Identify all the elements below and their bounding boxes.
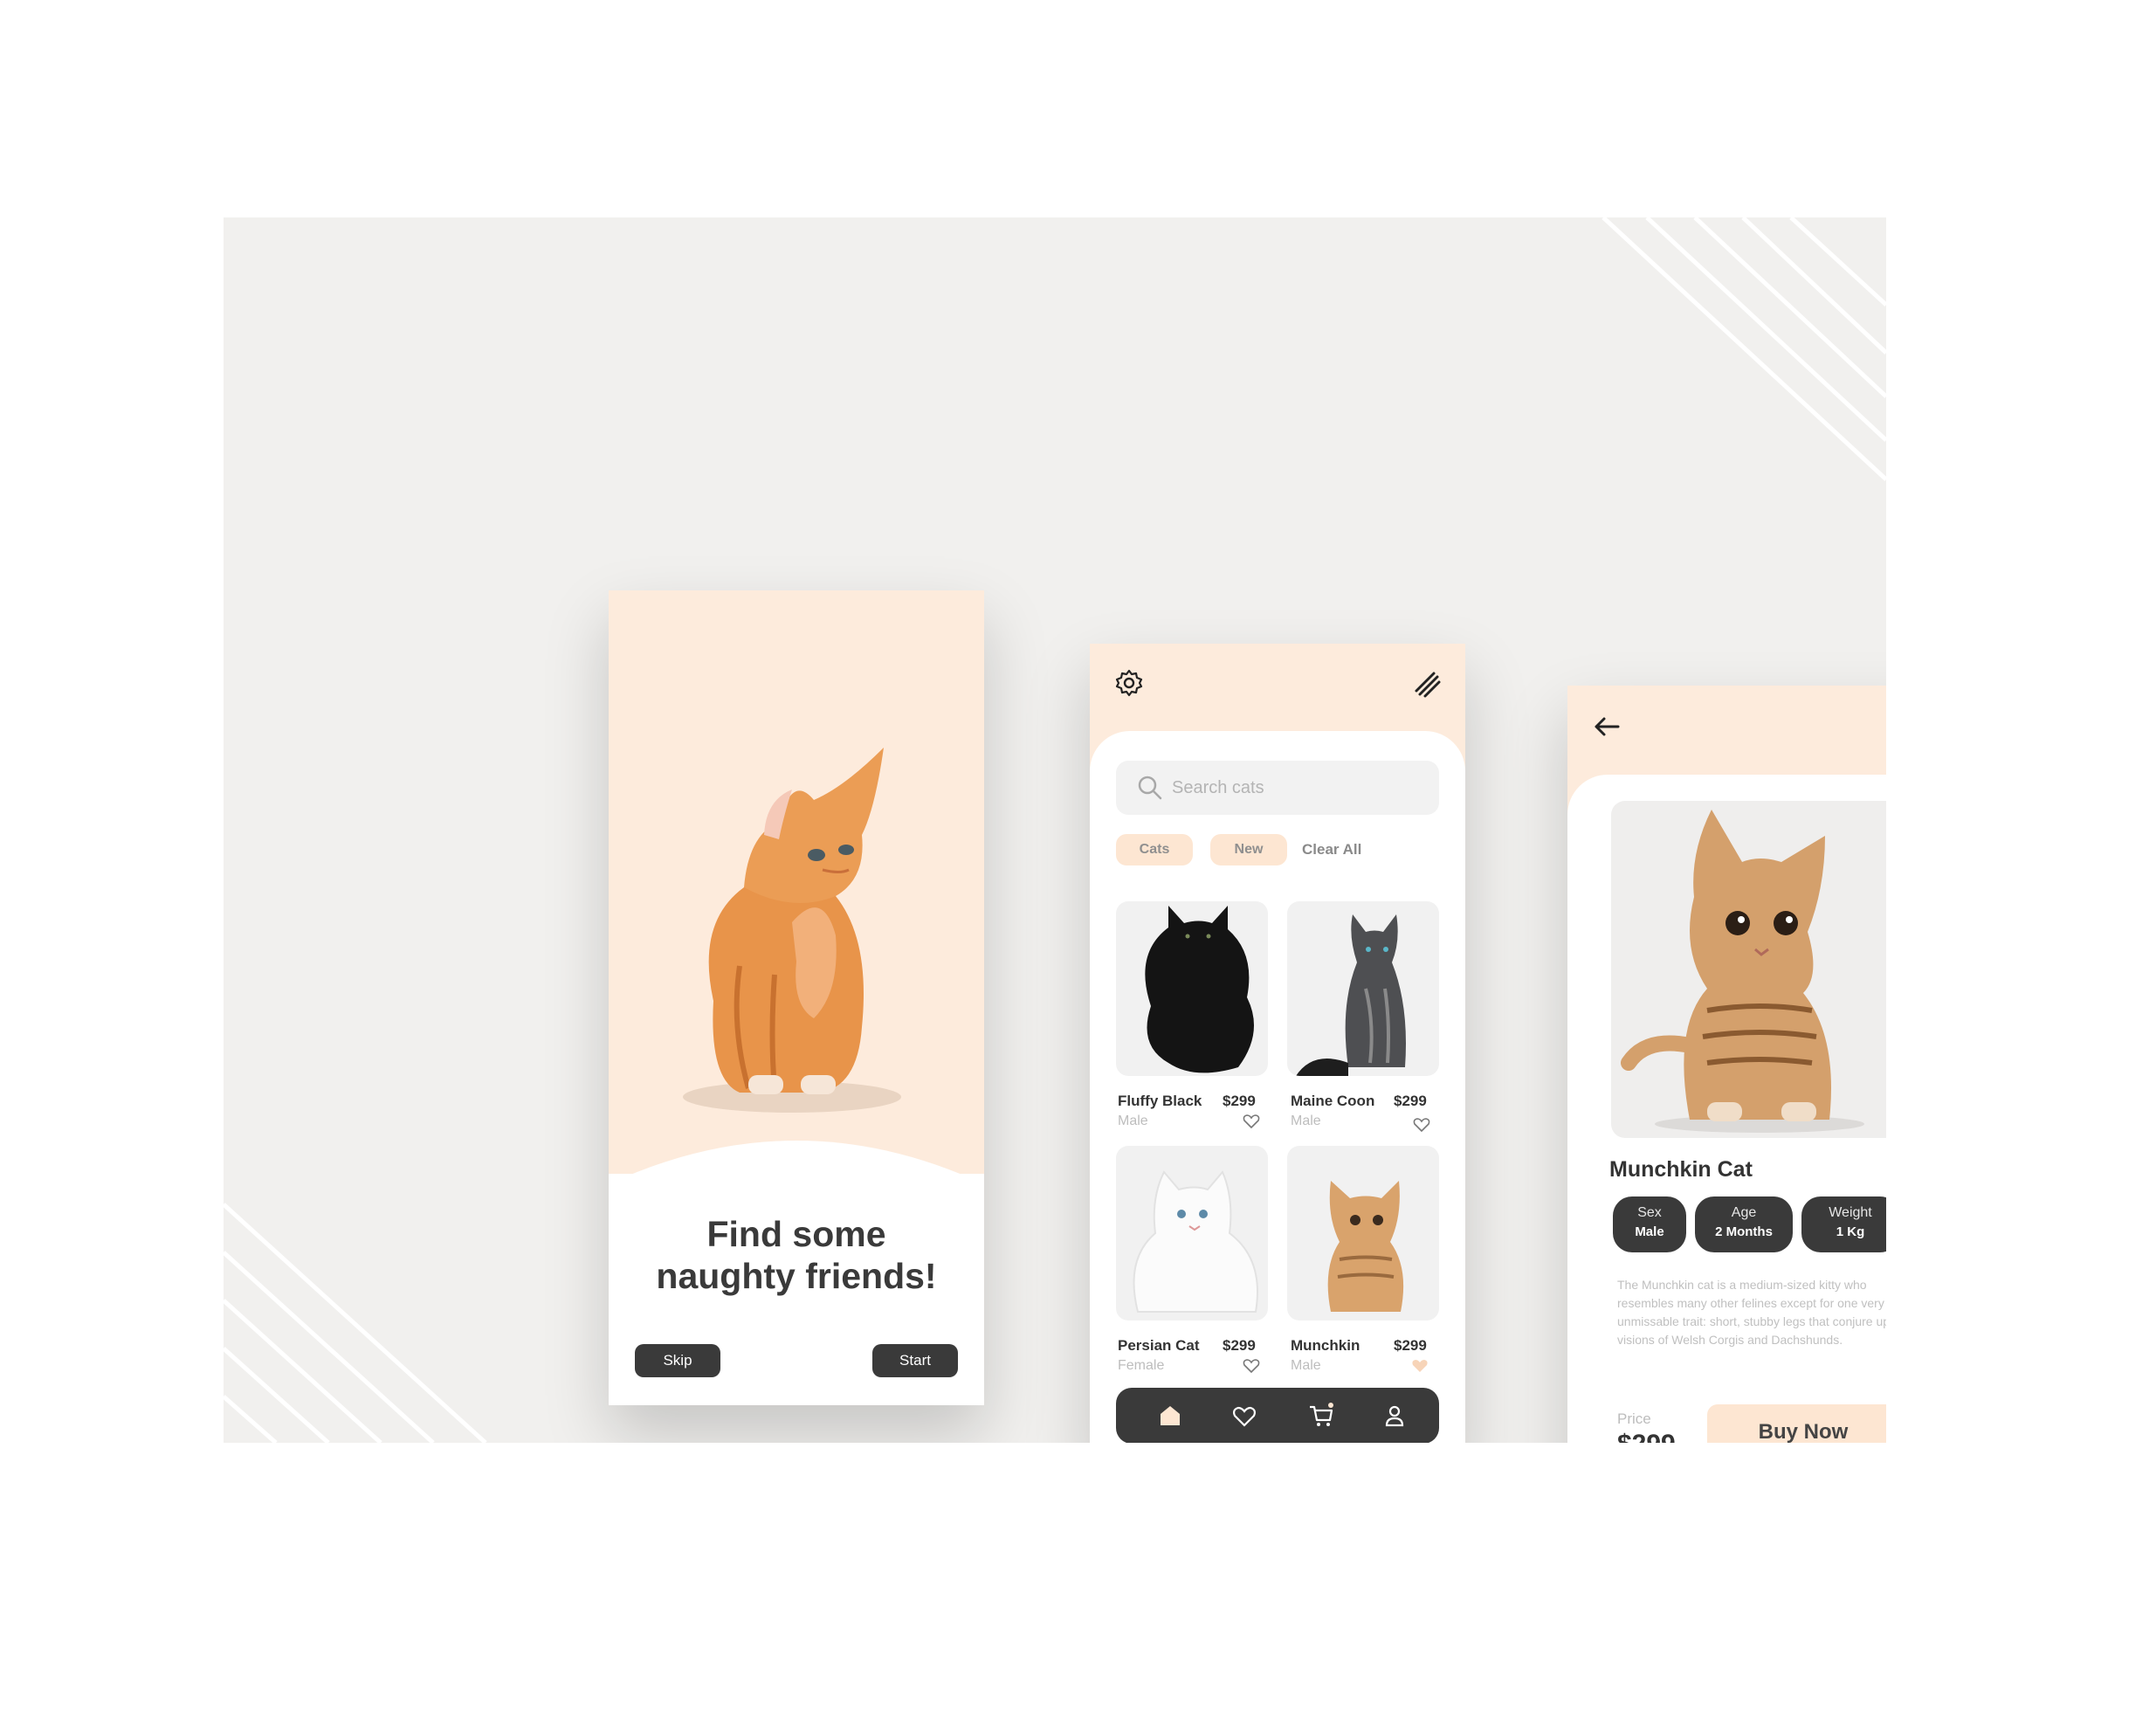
- headline-line-1: Find some: [706, 1214, 886, 1254]
- headline-line-2: naughty friends!: [656, 1256, 937, 1296]
- cat-sex: Male: [1118, 1114, 1148, 1128]
- cat-price: $299: [1223, 1093, 1256, 1109]
- orange-kitten-image: [683, 748, 901, 1113]
- maine-coon-image: [1296, 914, 1406, 1076]
- cat-sex: Male: [1291, 1358, 1321, 1373]
- gear-icon[interactable]: [1114, 668, 1144, 698]
- cat-name: Persian Cat: [1118, 1337, 1200, 1354]
- heart-icon[interactable]: [1243, 1358, 1260, 1374]
- cat-sex: Female: [1118, 1358, 1165, 1373]
- cat-price: $299: [1394, 1093, 1427, 1109]
- search-input[interactable]: [1170, 776, 1418, 799]
- bottom-navigation: [1116, 1388, 1439, 1443]
- clear-all-button[interactable]: Clear All: [1302, 834, 1361, 865]
- cat-hero-image: [1611, 801, 1886, 1138]
- filter-chip-new[interactable]: New: [1210, 834, 1287, 865]
- search-bar[interactable]: [1116, 761, 1439, 815]
- presentation-backdrop: Find some naughty friends! Skip Start Ca…: [224, 217, 1886, 1443]
- munchkin-kitten-image: [1621, 810, 1864, 1133]
- search-icon: [1138, 776, 1162, 800]
- cart-icon[interactable]: [1307, 1402, 1335, 1430]
- arrow-left-icon[interactable]: [1592, 712, 1622, 741]
- cat-name: Maine Coon: [1291, 1093, 1375, 1109]
- listing-screen: Cats New Clear All Fluffy Black $299 Mal…: [1090, 644, 1465, 1443]
- stat-chip-sex: Sex Male: [1613, 1196, 1686, 1252]
- cat-card-image[interactable]: [1116, 1146, 1268, 1321]
- stat-value: 2 Months: [1715, 1224, 1773, 1239]
- filter-chip-cats[interactable]: Cats: [1116, 834, 1193, 865]
- cat-description: The Munchkin cat is a medium-sized kitty…: [1617, 1278, 1886, 1347]
- stat-label: Age: [1731, 1205, 1757, 1220]
- black-cat-image: [1145, 906, 1254, 1073]
- stat-chip-age: Age 2 Months: [1695, 1196, 1793, 1252]
- heart-icon[interactable]: [1413, 1117, 1430, 1133]
- munchkin-kitten-image: [1327, 1181, 1404, 1312]
- stat-value: 1 Kg: [1836, 1224, 1865, 1239]
- onboarding-headline: Find some naughty friends!: [609, 1213, 984, 1297]
- stat-chip-weight: Weight 1 Kg: [1801, 1196, 1886, 1252]
- cat-name: Munchkin: [1291, 1337, 1360, 1354]
- heart-icon[interactable]: [1243, 1114, 1260, 1129]
- stat-label: Weight: [1829, 1205, 1872, 1220]
- cat-price: $299: [1223, 1337, 1256, 1354]
- cat-sex: Male: [1291, 1114, 1321, 1128]
- cat-card-image[interactable]: [1287, 1146, 1439, 1321]
- cat-card-image[interactable]: [1287, 901, 1439, 1076]
- menu-icon[interactable]: [1413, 670, 1441, 698]
- home-icon[interactable]: [1156, 1402, 1184, 1430]
- persian-cat-image: [1133, 1170, 1258, 1313]
- price-label: Price: [1617, 1410, 1651, 1427]
- cat-name: Fluffy Black: [1118, 1093, 1202, 1109]
- heart-icon[interactable]: [1230, 1402, 1258, 1430]
- stat-value: Male: [1635, 1224, 1664, 1239]
- detail-screen: Munchkin Cat Sex Male Age 2 Months Weigh…: [1567, 686, 1886, 1443]
- user-icon[interactable]: [1381, 1402, 1409, 1430]
- price-value: $299: [1617, 1430, 1676, 1443]
- onboarding-screen: Find some naughty friends! Skip Start: [609, 590, 984, 1405]
- cat-price: $299: [1394, 1337, 1427, 1354]
- skip-button[interactable]: Skip: [635, 1344, 720, 1377]
- stat-label: Sex: [1637, 1205, 1662, 1220]
- heart-icon-active[interactable]: [1411, 1358, 1429, 1374]
- cat-card-image[interactable]: [1116, 901, 1268, 1076]
- buy-now-button[interactable]: Buy Now: [1707, 1404, 1886, 1443]
- start-button[interactable]: Start: [872, 1344, 958, 1377]
- cat-detail-name: Munchkin Cat: [1609, 1157, 1753, 1182]
